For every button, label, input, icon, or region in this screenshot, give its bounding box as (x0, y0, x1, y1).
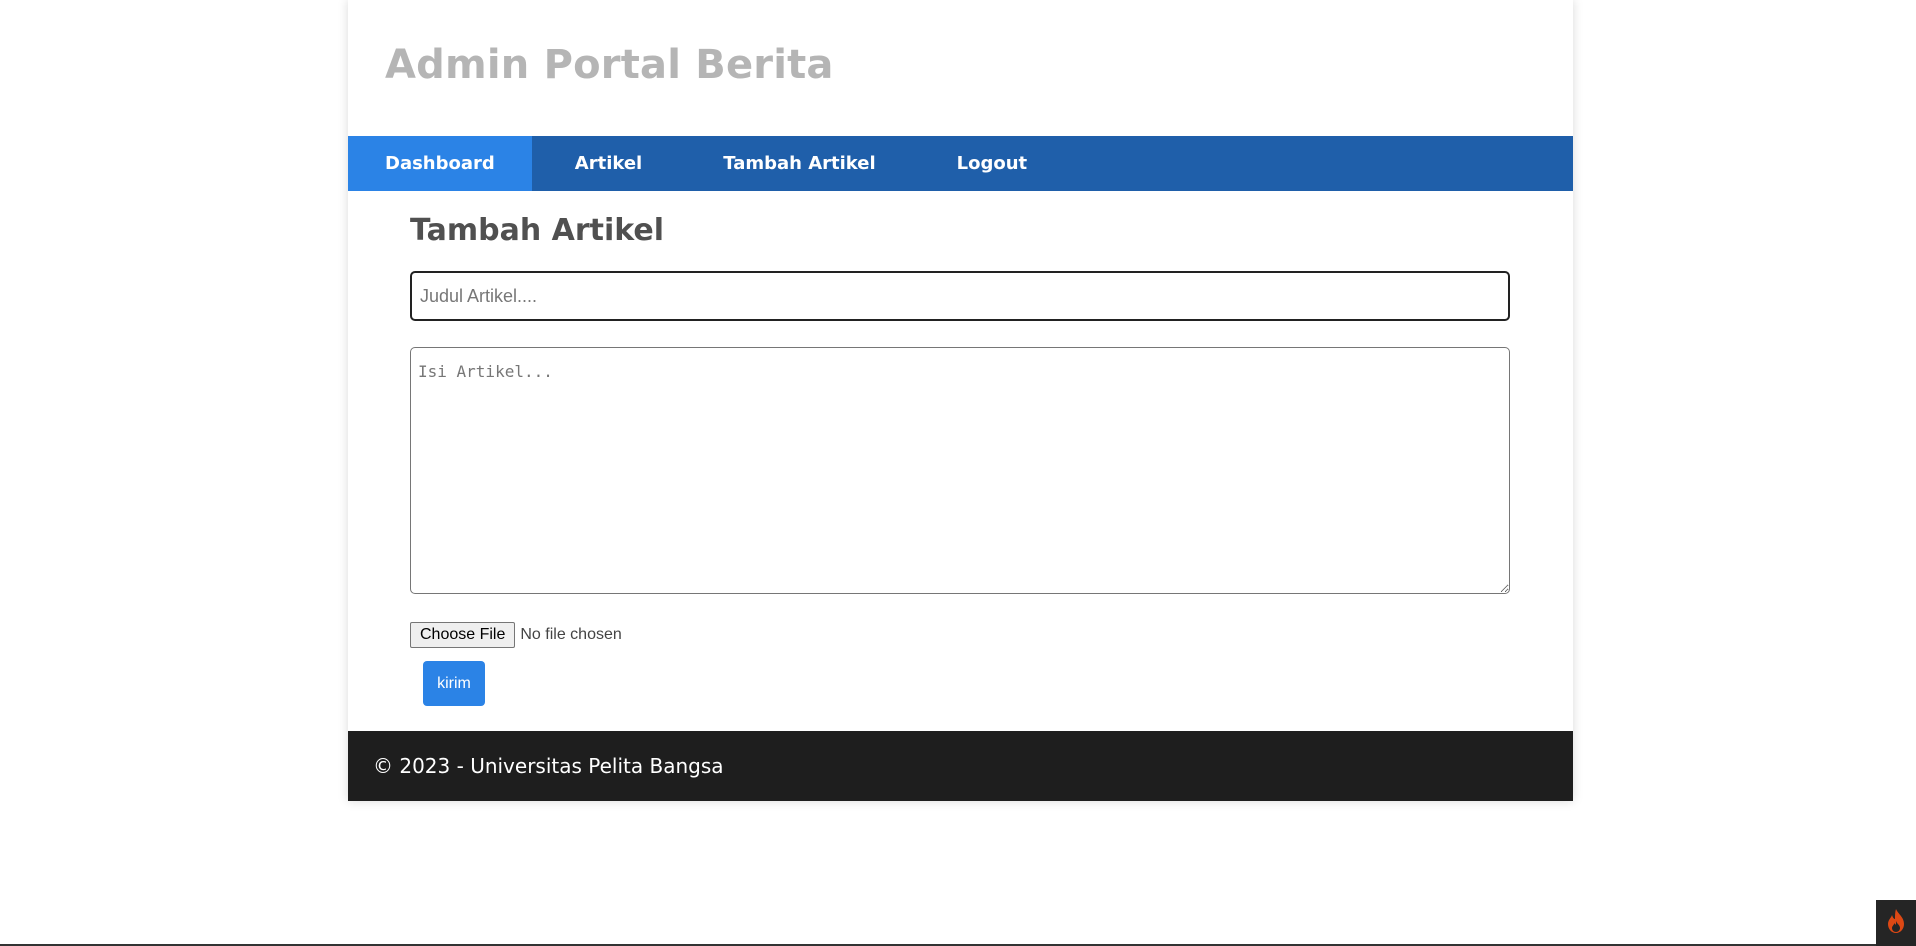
article-body-textarea[interactable] (410, 347, 1510, 594)
main-nav: Dashboard Artikel Tambah Artikel Logout (348, 136, 1573, 191)
article-title-input[interactable] (410, 271, 1510, 321)
choose-file-button[interactable]: Choose File (410, 622, 516, 648)
debug-toolbar-toggle[interactable] (1876, 900, 1916, 946)
main-container: Admin Portal Berita Dashboard Artikel Ta… (348, 0, 1573, 801)
submit-button[interactable]: kirim (423, 661, 485, 706)
nav-item-dashboard[interactable]: Dashboard (348, 136, 532, 191)
page-heading: Tambah Artikel (410, 213, 665, 248)
site-title: Admin Portal Berita (385, 42, 834, 88)
nav-item-logout[interactable]: Logout (916, 136, 1065, 191)
footer: © 2023 - Universitas Pelita Bangsa (348, 731, 1573, 801)
nav-item-tambah-artikel[interactable]: Tambah Artikel (682, 136, 915, 191)
header: Admin Portal Berita (348, 0, 1573, 136)
file-status-text: No file chosen (520, 626, 622, 643)
flame-icon (1885, 908, 1907, 938)
nav-item-artikel[interactable]: Artikel (532, 136, 682, 191)
content-section: Tambah Artikel Choose File No file chose… (410, 191, 1510, 706)
footer-copyright: © 2023 - Universitas Pelita Bangsa (373, 754, 724, 778)
page: Admin Portal Berita Dashboard Artikel Ta… (0, 0, 1916, 946)
file-upload-row: Choose File No file chosen (410, 622, 622, 648)
